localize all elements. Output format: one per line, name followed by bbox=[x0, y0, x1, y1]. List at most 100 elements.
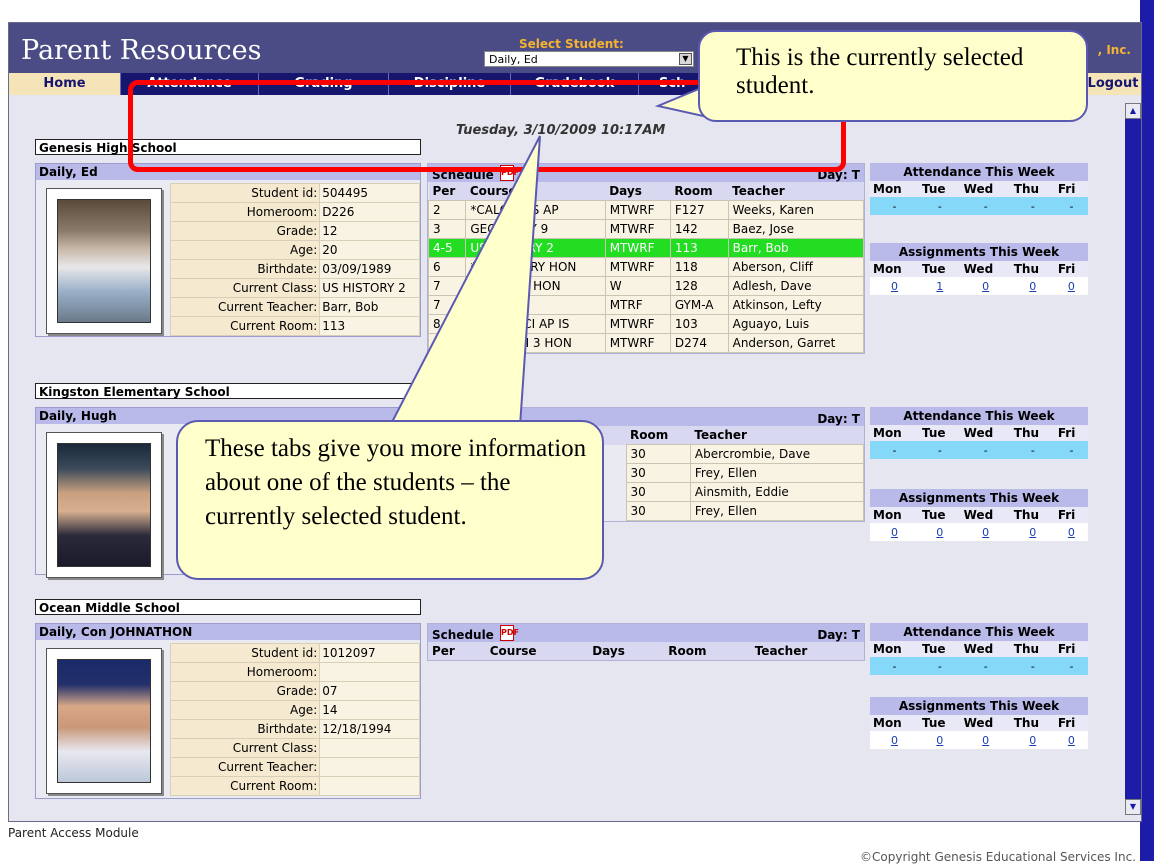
chevron-down-icon[interactable]: ▼ bbox=[679, 53, 692, 65]
info-row: Current Room: 113 bbox=[169, 316, 420, 336]
table-row[interactable]: 6 *CHEMISTRY HON MTWRF 118 Aberson, Cliff bbox=[427, 257, 865, 277]
student-panel: Daily, Ed Student id: 504495 Homeroom: D226… bbox=[35, 163, 421, 337]
info-value: 113 bbox=[319, 316, 420, 336]
table-row[interactable]: 7 *BIOLOGY HON W 128 Adlesh, Dave bbox=[427, 276, 865, 296]
day-header: Fri bbox=[1054, 261, 1088, 277]
attendance-cell: - bbox=[870, 441, 919, 459]
info-value: 1012097 bbox=[319, 643, 420, 663]
attendance-week-table: Attendance This Week Mon Tue Wed Thu Fri ---… bbox=[870, 163, 1088, 215]
attendance-cell: - bbox=[1010, 441, 1055, 459]
assignment-count-link[interactable]: 0 bbox=[960, 277, 1011, 295]
info-row: Birthdate: 12/18/1994 bbox=[169, 719, 420, 739]
table-cell: 2 bbox=[427, 200, 467, 220]
assignment-count-link[interactable]: 0 bbox=[960, 731, 1011, 749]
info-row: Current Teacher: bbox=[169, 757, 420, 777]
assignment-count-link[interactable]: 1 bbox=[918, 277, 961, 295]
assignment-count-link[interactable]: 0 bbox=[1054, 731, 1088, 749]
column-header: Per bbox=[428, 642, 486, 660]
info-label: Student id: bbox=[169, 643, 321, 663]
student-select-value: Daily, Ed bbox=[489, 53, 538, 66]
table-cell: Atkinson, Lefty bbox=[727, 295, 865, 315]
table-cell: MTWRF bbox=[604, 219, 671, 239]
day-header: Fri bbox=[1054, 715, 1088, 731]
table-row[interactable]: 8 *COMP SCI AP IS MTWRF 103 Aguayo, Luis bbox=[427, 314, 865, 334]
pdf-icon[interactable]: PDF bbox=[500, 625, 519, 641]
info-label: Grade: bbox=[169, 221, 321, 241]
info-label: Birthdate: bbox=[169, 259, 321, 279]
info-label: Homeroom: bbox=[169, 662, 321, 682]
attendance-cell: - bbox=[960, 657, 1011, 675]
day-header: Tue bbox=[918, 261, 961, 277]
info-label: Birthdate: bbox=[169, 719, 321, 739]
logout-button[interactable]: Logout bbox=[1085, 73, 1141, 95]
day-header: Tue bbox=[918, 181, 961, 197]
attendance-week-table: Attendance This Week Mon Tue Wed Thu Fri ---… bbox=[870, 407, 1088, 459]
student-photo bbox=[46, 188, 162, 334]
day-header: Tue bbox=[918, 641, 961, 657]
day-header: Wed bbox=[960, 507, 1011, 523]
info-value: 20 bbox=[319, 240, 420, 260]
table-cell: Barr, Bob bbox=[727, 238, 865, 258]
table-cell: Aguayo, Luis bbox=[727, 314, 865, 334]
student-name[interactable]: Daily, Con JOHNATHON bbox=[36, 624, 420, 640]
table-cell: Anderson, Garret bbox=[727, 333, 865, 353]
student-info-table: Student id: 504495 Homeroom: D226 Grade: 12 Ag… bbox=[169, 183, 420, 336]
schedule-table: Per Course Days Room Teacher 2 *CALCULUS AP MT… bbox=[427, 182, 865, 353]
info-row: Grade: 12 bbox=[169, 221, 420, 241]
assignment-count-link[interactable]: 0 bbox=[1010, 523, 1055, 541]
table-cell: 103 bbox=[669, 314, 729, 334]
attendance-cell: - bbox=[870, 197, 919, 215]
schedule-panel: Schedule PDF Day: T Per Course Days Room Tea… bbox=[427, 623, 865, 661]
scroll-down-icon[interactable]: ▼ bbox=[1125, 799, 1141, 815]
info-value: D226 bbox=[319, 202, 420, 222]
column-header: Course bbox=[485, 642, 589, 660]
assignment-count-link[interactable]: 0 bbox=[918, 731, 961, 749]
tab-home[interactable]: Home bbox=[9, 73, 121, 95]
assignment-count-link[interactable]: 0 bbox=[870, 277, 919, 295]
school-name: Kingston Elementary School bbox=[35, 383, 421, 399]
table-cell: MTWRF bbox=[604, 238, 671, 258]
day-header: Thu bbox=[1010, 261, 1055, 277]
table-cell: Frey, Ellen bbox=[689, 501, 865, 521]
scroll-up-icon[interactable]: ▲ bbox=[1125, 103, 1141, 119]
day-header: Wed bbox=[960, 715, 1011, 731]
student-select[interactable]: Daily, Ed ▼ bbox=[484, 51, 694, 67]
assignment-count-link[interactable]: 0 bbox=[1010, 277, 1055, 295]
info-label: Student id: bbox=[169, 183, 321, 203]
attendance-week-table: Attendance This Week Mon Tue Wed Thu Fri ---… bbox=[870, 623, 1088, 675]
assignment-count-link[interactable]: 0 bbox=[1054, 523, 1088, 541]
assignment-count-link[interactable]: 0 bbox=[870, 731, 919, 749]
day-header: Thu bbox=[1010, 425, 1055, 441]
table-row[interactable]: 2 *CALCULUS AP MTWRF F127 Weeks, Karen bbox=[427, 200, 865, 220]
attendance-week-title: Attendance This Week bbox=[870, 623, 1088, 641]
info-label: Age: bbox=[169, 700, 321, 720]
info-row: Current Class: bbox=[169, 738, 420, 758]
info-row: Birthdate: 03/09/1989 bbox=[169, 259, 420, 279]
info-label: Current Class: bbox=[169, 738, 321, 758]
day-header: Fri bbox=[1054, 507, 1088, 523]
column-header: Room bbox=[670, 182, 729, 201]
table-cell: 4-5 bbox=[427, 238, 467, 258]
assignment-count-link[interactable]: 0 bbox=[960, 523, 1011, 541]
info-row: Current Teacher: Barr, Bob bbox=[169, 297, 420, 317]
day-header: Wed bbox=[960, 641, 1011, 657]
table-row[interactable]: 7 GYM MTRF GYM-A Atkinson, Lefty bbox=[427, 295, 865, 315]
assignment-count-link[interactable]: 0 bbox=[870, 523, 919, 541]
info-label: Current Room: bbox=[169, 316, 321, 336]
page-scrollbar[interactable] bbox=[1140, 0, 1154, 861]
attendance-cell: - bbox=[1010, 657, 1055, 675]
day-header: Thu bbox=[1010, 641, 1055, 657]
table-row[interactable]: 4-5 US HISTORY 2 MTWRF 113 Barr, Bob bbox=[427, 238, 865, 258]
table-cell: MTWRF bbox=[604, 333, 671, 353]
table-row[interactable]: 9 *ENGLISH 3 HON MTWRF D274 Anderson, Garret bbox=[427, 333, 865, 353]
column-header: Room bbox=[664, 642, 751, 660]
day-header: Fri bbox=[1054, 181, 1088, 197]
assignment-count-link[interactable]: 0 bbox=[1010, 731, 1055, 749]
assignment-count-link[interactable]: 0 bbox=[1054, 277, 1088, 295]
content-scrollbar[interactable]: ▲ ▼ bbox=[1125, 103, 1141, 815]
table-row[interactable]: 3 GEOMETRY 9 MTWRF 142 Baez, Jose bbox=[427, 219, 865, 239]
assignment-count-link[interactable]: 0 bbox=[918, 523, 961, 541]
column-header: Per bbox=[428, 182, 466, 201]
info-label: Current Class: bbox=[169, 278, 321, 298]
table-cell: Adlesh, Dave bbox=[727, 276, 865, 296]
